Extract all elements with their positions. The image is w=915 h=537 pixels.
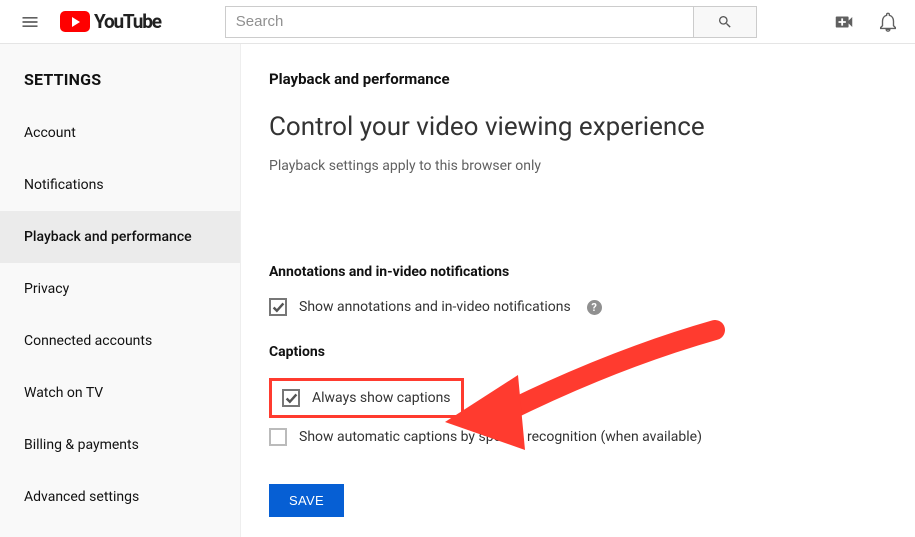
- always-show-captions-checkbox[interactable]: [282, 389, 300, 407]
- notifications-bell-icon[interactable]: [877, 11, 899, 33]
- annotations-option-row: Show annotations and in-video notificati…: [269, 298, 887, 316]
- auto-captions-label: Show automatic captions by speech recogn…: [299, 429, 702, 445]
- page-title: Control your video viewing experience: [269, 112, 887, 142]
- auto-captions-checkbox[interactable]: [269, 428, 287, 446]
- create-video-icon[interactable]: [833, 11, 855, 33]
- page-subtext: Playback settings apply to this browser …: [269, 158, 887, 174]
- search-box: [225, 6, 757, 38]
- header: YouTube: [0, 0, 915, 44]
- highlight-annotation: Always show captions: [269, 378, 464, 418]
- section-title: Playback and performance: [269, 70, 887, 88]
- sidebar-item-connected-accounts[interactable]: Connected accounts: [0, 315, 240, 367]
- sidebar-item-privacy[interactable]: Privacy: [0, 263, 240, 315]
- sidebar-item-account[interactable]: Account: [0, 107, 240, 159]
- check-icon: [285, 392, 298, 405]
- play-icon: [60, 11, 90, 32]
- save-button[interactable]: SAVE: [269, 484, 344, 517]
- always-show-captions-label: Always show captions: [312, 390, 451, 406]
- auto-captions-row: Show automatic captions by speech recogn…: [269, 428, 887, 446]
- search-input[interactable]: [225, 6, 693, 38]
- annotations-group-title: Annotations and in-video notifications: [269, 264, 887, 280]
- sidebar-item-watch-on-tv[interactable]: Watch on TV: [0, 367, 240, 419]
- settings-sidebar: SETTINGS Account Notifications Playback …: [0, 44, 240, 537]
- header-actions: [833, 11, 899, 33]
- sidebar-item-advanced[interactable]: Advanced settings: [0, 471, 240, 523]
- sidebar-item-notifications[interactable]: Notifications: [0, 159, 240, 211]
- hamburger-menu-icon[interactable]: [18, 10, 42, 34]
- sidebar-item-playback[interactable]: Playback and performance: [0, 211, 240, 263]
- captions-group-title: Captions: [269, 344, 887, 360]
- show-annotations-checkbox[interactable]: [269, 298, 287, 316]
- show-annotations-label: Show annotations and in-video notificati…: [299, 299, 571, 315]
- sidebar-item-billing[interactable]: Billing & payments: [0, 419, 240, 471]
- check-icon: [272, 301, 285, 314]
- youtube-logo[interactable]: YouTube: [60, 10, 161, 33]
- sidebar-heading: SETTINGS: [0, 58, 240, 107]
- logo-text: YouTube: [94, 10, 161, 33]
- search-button[interactable]: [693, 6, 757, 38]
- search-icon: [717, 14, 733, 30]
- main-content: Playback and performance Control your vi…: [240, 44, 915, 537]
- help-icon[interactable]: ?: [587, 300, 602, 315]
